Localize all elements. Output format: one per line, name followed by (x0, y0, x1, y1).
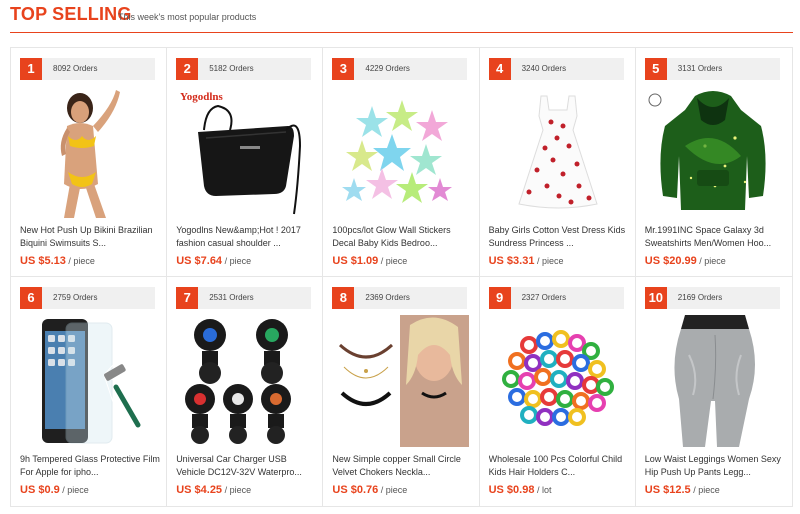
product-card[interactable]: 10 2169 Orders Low Waist Leggings Women … (635, 277, 792, 506)
hair-ties-image[interactable] (489, 315, 626, 447)
shoulder-bag-image[interactable]: Yogodlns (176, 86, 313, 218)
order-count: 4229 Orders (365, 64, 410, 73)
product-card[interactable]: 3 4229 Orders 100pcs/lot Glow Wall Stick… (323, 48, 480, 277)
product-price: US $4.25 (176, 484, 223, 496)
product-card[interactable]: 6 2759 Orders 9h Tempered Glass Protecti… (11, 277, 168, 506)
price-line: US $20.99 / piece (645, 255, 726, 267)
price-line: US $0.76 / piece (332, 484, 407, 496)
order-count: 2169 Orders (677, 293, 723, 302)
rank-bar: 2 5182 Orders (176, 58, 312, 80)
product-price: US $1.09 (332, 255, 379, 267)
price-unit: / piece (224, 485, 252, 495)
price-unit: / piece (693, 485, 720, 495)
price-unit: / piece (224, 256, 252, 266)
product-card[interactable]: 1 8092 Orders New Hot Push Up Bikini Bra… (11, 48, 168, 277)
galaxy-hoodie-image[interactable] (645, 86, 782, 218)
product-card[interactable]: 7 2531 Orders Universal Car Charger USB … (167, 277, 324, 506)
section-header: TOP SELLING This week's most popular pro… (0, 0, 800, 36)
order-count: 2327 Orders (521, 293, 567, 302)
product-title[interactable]: New Simple copper Small Circle Velvet Ch… (332, 453, 472, 478)
rank-bar: 1 8092 Orders (20, 58, 155, 80)
product-card[interactable]: 4 3240 Orders Baby Girls Cotton Vest Dre… (479, 48, 636, 277)
product-title[interactable]: Wholesale 100 Pcs Colorful Child Kids Ha… (489, 453, 629, 478)
price-unit: / piece (699, 256, 726, 266)
order-count: 5182 Orders (209, 64, 254, 73)
price-unit: / piece (536, 256, 564, 266)
rank-badge: 4 (488, 58, 511, 80)
product-price: US $0.76 (332, 484, 379, 496)
rank-bar: 10 2169 Orders (644, 287, 780, 309)
rank-bar: 8 2369 Orders (332, 287, 468, 309)
order-count: 2759 Orders (53, 293, 98, 302)
product-title[interactable]: Yogodlns New&amp;Hot ! 2017 fashion casu… (176, 224, 316, 249)
price-unit: / lot (536, 485, 552, 495)
product-grid: 1 8092 Orders New Hot Push Up Bikini Bra… (10, 47, 793, 507)
order-count: 3131 Orders (677, 64, 723, 73)
rank-badge: 3 (332, 58, 355, 80)
rank-bar: 6 2759 Orders (20, 287, 155, 309)
brand-logo: Yogodlns (180, 91, 224, 103)
price-unit: / piece (380, 485, 408, 495)
rank-badge: 7 (176, 287, 199, 309)
rank-bar: 7 2531 Orders (176, 287, 312, 309)
price-line: US $7.64 / piece (176, 255, 251, 267)
rank-badge: 2 (176, 58, 199, 80)
price-line: US $3.31 / piece (489, 255, 564, 267)
product-title[interactable]: Baby Girls Cotton Vest Dress Kids Sundre… (489, 224, 629, 249)
order-count: 3240 Orders (521, 64, 567, 73)
price-line: US $12.5 / piece (645, 484, 720, 496)
product-title[interactable]: New Hot Push Up Bikini Brazilian Biquini… (20, 224, 160, 249)
price-line: US $0.9 / piece (20, 484, 89, 496)
product-price: US $20.99 (644, 255, 697, 267)
product-card[interactable]: 9 2327 Orders Wholesale 100 Pcs Colorful… (479, 277, 636, 506)
bikini-image[interactable] (20, 86, 157, 218)
product-price: US $12.5 (644, 484, 691, 496)
header-divider (10, 32, 793, 33)
phone-glass-image[interactable] (20, 315, 157, 447)
section-title: TOP SELLING (10, 4, 132, 24)
product-title[interactable]: Low Waist Leggings Women Sexy Hip Push U… (645, 453, 785, 478)
rank-badge: 8 (332, 287, 355, 309)
rank-badge: 1 (20, 58, 42, 80)
product-card[interactable]: 8 2369 Orders New Simple copper Small Ci… (323, 277, 480, 506)
price-line: US $4.25 / piece (176, 484, 251, 496)
rank-badge: 6 (20, 287, 42, 309)
rank-bar: 4 3240 Orders (488, 58, 624, 80)
order-count: 2531 Orders (209, 293, 254, 302)
product-title[interactable]: 9h Tempered Glass Protective Film For Ap… (20, 453, 160, 478)
rank-badge: 5 (644, 58, 667, 80)
price-line: US $1.09 / piece (332, 255, 407, 267)
glow-stars-image[interactable] (332, 86, 469, 218)
price-unit: / piece (62, 485, 89, 495)
product-card[interactable]: 5 3131 Orders Mr.1991INC Space Galaxy 3d… (635, 48, 792, 277)
product-title[interactable]: Universal Car Charger USB Vehicle DC12V-… (176, 453, 316, 478)
rank-bar: 5 3131 Orders (644, 58, 780, 80)
choker-necklace-image[interactable] (332, 315, 470, 447)
price-line: US $5.13 / piece (20, 255, 95, 267)
rank-bar: 3 4229 Orders (332, 58, 468, 80)
rank-badge: 9 (488, 287, 511, 309)
section-subtitle: This week's most popular products (118, 12, 257, 22)
product-card[interactable]: 2 5182 Orders Yogodlns Yogodlns New&amp;… (167, 48, 324, 277)
price-line: US $0.98 / lot (489, 484, 552, 496)
order-count: 2369 Orders (365, 293, 410, 302)
price-unit: / piece (68, 256, 95, 266)
product-price: US $5.13 (20, 255, 66, 267)
product-price: US $7.64 (176, 255, 223, 267)
product-price: US $0.98 (488, 484, 535, 496)
price-unit: / piece (380, 256, 408, 266)
cherry-dress-image[interactable] (489, 86, 626, 218)
car-charger-image[interactable] (176, 315, 313, 447)
product-price: US $0.9 (20, 484, 60, 496)
product-title[interactable]: Mr.1991INC Space Galaxy 3d Sweatshirts M… (645, 224, 785, 249)
product-title[interactable]: 100pcs/lot Glow Wall Stickers Decal Baby… (332, 224, 472, 249)
rank-badge: 10 (644, 287, 667, 309)
rank-bar: 9 2327 Orders (488, 287, 624, 309)
leggings-image[interactable] (645, 315, 782, 447)
product-price: US $3.31 (488, 255, 535, 267)
order-count: 8092 Orders (53, 64, 98, 73)
